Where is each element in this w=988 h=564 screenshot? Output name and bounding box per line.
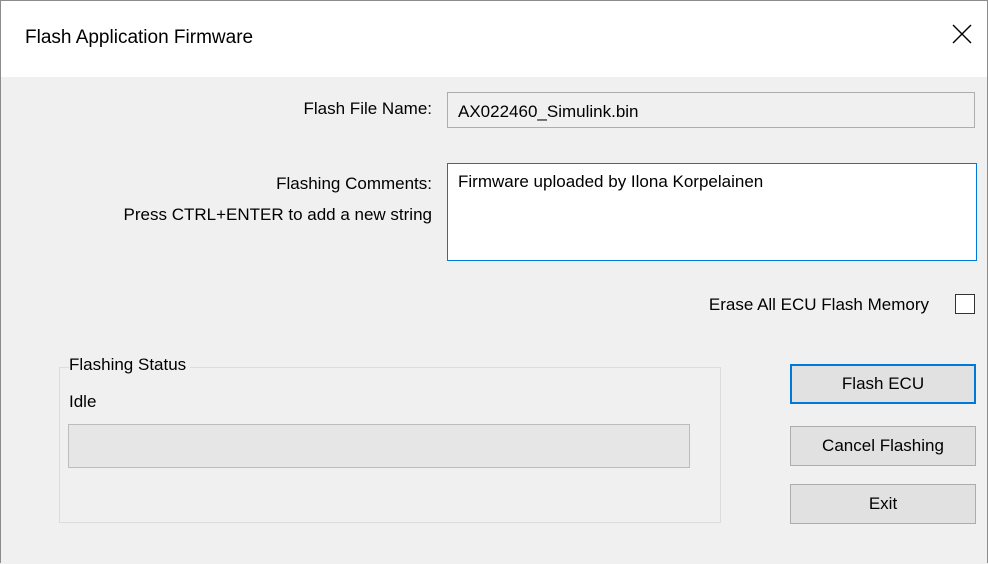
erase-memory-label: Erase All ECU Flash Memory	[708, 295, 929, 314]
window-title: Flash Application Firmware	[25, 27, 254, 48]
flashing-status-title: Flashing Status	[69, 355, 191, 375]
flash-file-name-label: Flash File Name:	[303, 99, 432, 118]
flashing-comments-label: Flashing Comments:	[276, 174, 432, 193]
close-icon	[952, 24, 972, 44]
flash-ecu-button[interactable]: Flash ECU	[790, 364, 976, 404]
title-bar: Flash Application Firmware	[1, 1, 987, 77]
flash-firmware-dialog: Flash Application Firmware Flash File Na…	[0, 0, 988, 563]
close-button[interactable]	[937, 11, 987, 61]
flashing-comments-input[interactable]: Firmware uploaded by Ilona Korpelainen	[447, 163, 977, 261]
flash-file-name-field[interactable]: AX022460_Simulink.bin	[447, 92, 975, 128]
status-text: Idle	[69, 392, 97, 411]
erase-memory-checkbox[interactable]	[955, 294, 975, 314]
exit-button[interactable]: Exit	[790, 484, 976, 524]
flash-progress-bar	[68, 424, 690, 468]
cancel-flashing-button[interactable]: Cancel Flashing	[790, 426, 976, 466]
comments-hint-text: Press CTRL+ENTER to add a new string	[123, 205, 432, 224]
